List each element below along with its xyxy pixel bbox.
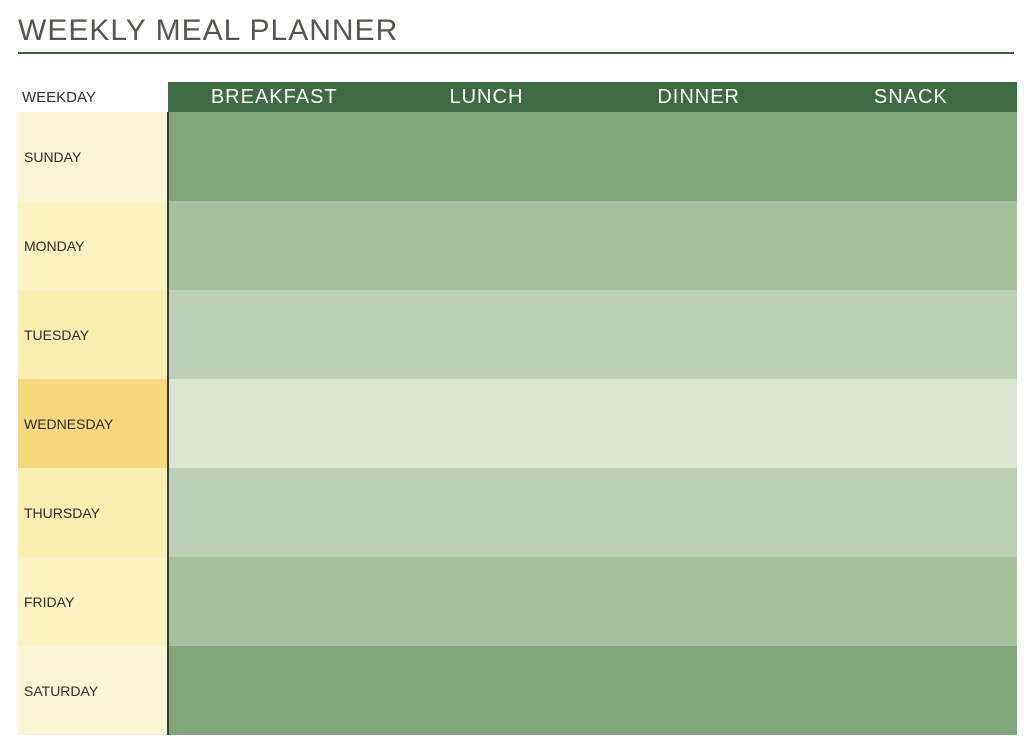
cell-friday-lunch[interactable] (380, 557, 592, 646)
meal-planner-page: WEEKLY MEAL PLANNER WEEKDAY BREAKFAST LU… (0, 0, 1024, 735)
cell-monday-dinner[interactable] (593, 201, 805, 290)
header-row: WEEKDAY BREAKFAST LUNCH DINNER SNACK (18, 82, 1017, 112)
col-breakfast: BREAKFAST (168, 82, 380, 112)
cell-thursday-dinner[interactable] (593, 468, 805, 557)
col-dinner: DINNER (593, 82, 805, 112)
cell-sunday-breakfast[interactable] (168, 112, 380, 201)
cell-sunday-dinner[interactable] (593, 112, 805, 201)
title-underline (18, 52, 1014, 54)
day-label-monday: MONDAY (18, 201, 168, 290)
cell-saturday-snack[interactable] (805, 646, 1017, 735)
cell-thursday-breakfast[interactable] (168, 468, 380, 557)
cell-tuesday-lunch[interactable] (380, 290, 592, 379)
day-label-saturday: SATURDAY (18, 646, 168, 735)
day-label-friday: FRIDAY (18, 557, 168, 646)
cell-sunday-snack[interactable] (805, 112, 1017, 201)
cell-monday-breakfast[interactable] (168, 201, 380, 290)
cell-friday-dinner[interactable] (593, 557, 805, 646)
cell-friday-snack[interactable] (805, 557, 1017, 646)
row-sunday: SUNDAY (18, 112, 1017, 201)
row-tuesday: TUESDAY (18, 290, 1017, 379)
row-thursday: THURSDAY (18, 468, 1017, 557)
meal-planner-table: WEEKDAY BREAKFAST LUNCH DINNER SNACK SUN… (18, 82, 1018, 735)
day-label-wednesday: WEDNESDAY (18, 379, 168, 468)
cell-wednesday-dinner[interactable] (593, 379, 805, 468)
cell-friday-breakfast[interactable] (168, 557, 380, 646)
cell-saturday-dinner[interactable] (593, 646, 805, 735)
row-saturday: SATURDAY (18, 646, 1017, 735)
cell-monday-lunch[interactable] (380, 201, 592, 290)
cell-tuesday-snack[interactable] (805, 290, 1017, 379)
cell-thursday-lunch[interactable] (380, 468, 592, 557)
day-label-tuesday: TUESDAY (18, 290, 168, 379)
cell-wednesday-snack[interactable] (805, 379, 1017, 468)
cell-saturday-breakfast[interactable] (168, 646, 380, 735)
weekday-heading: WEEKDAY (18, 82, 168, 112)
row-monday: MONDAY (18, 201, 1017, 290)
day-label-sunday: SUNDAY (18, 112, 168, 201)
cell-wednesday-breakfast[interactable] (168, 379, 380, 468)
cell-thursday-snack[interactable] (805, 468, 1017, 557)
cell-wednesday-lunch[interactable] (380, 379, 592, 468)
row-wednesday: WEDNESDAY (18, 379, 1017, 468)
row-friday: FRIDAY (18, 557, 1017, 646)
cell-tuesday-breakfast[interactable] (168, 290, 380, 379)
cell-tuesday-dinner[interactable] (593, 290, 805, 379)
day-label-thursday: THURSDAY (18, 468, 168, 557)
cell-sunday-lunch[interactable] (380, 112, 592, 201)
col-lunch: LUNCH (380, 82, 592, 112)
cell-saturday-lunch[interactable] (380, 646, 592, 735)
cell-monday-snack[interactable] (805, 201, 1017, 290)
page-title: WEEKLY MEAL PLANNER (18, 14, 1014, 48)
col-snack: SNACK (805, 82, 1017, 112)
